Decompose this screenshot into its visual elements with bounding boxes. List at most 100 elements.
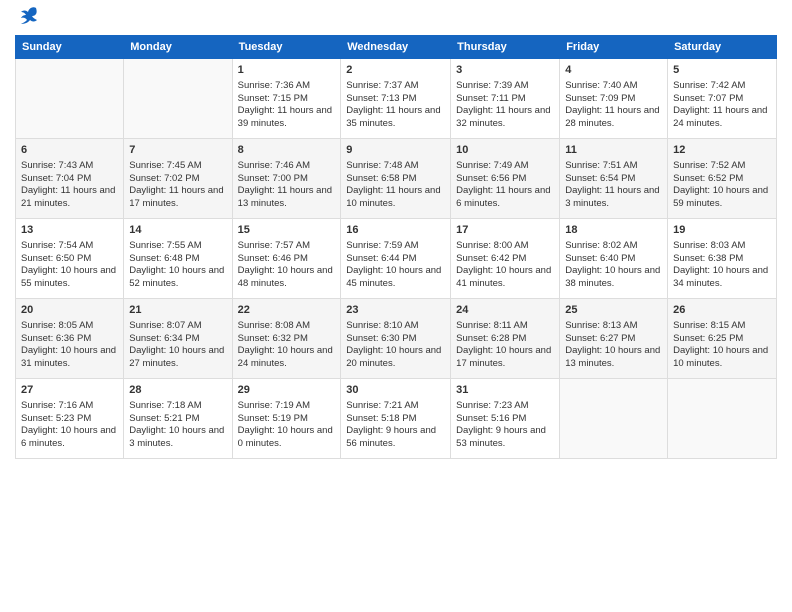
col-header-friday: Friday [560,36,668,59]
day-info: Sunrise: 8:15 AM Sunset: 6:25 PM Dayligh… [673,320,771,371]
day-info: Sunrise: 8:07 AM Sunset: 6:34 PM Dayligh… [129,320,226,371]
day-info: Sunrise: 8:03 AM Sunset: 6:38 PM Dayligh… [673,240,771,291]
day-number: 13 [21,223,118,238]
calendar-cell: 1 Sunrise: 7:36 AM Sunset: 7:15 PM Daylig… [232,59,341,139]
calendar-cell [668,379,777,459]
day-info: Sunrise: 8:13 AM Sunset: 6:27 PM Dayligh… [565,320,662,371]
calendar-cell: 16Sunrise: 7:59 AM Sunset: 6:44 PM Dayli… [341,219,451,299]
day-number: 22 [238,303,336,318]
calendar-cell: 5 Sunrise: 7:42 AM Sunset: 7:07 PM Daylig… [668,59,777,139]
day-number: 17 [456,223,554,238]
day-info: Sunrise: 7:42 AM Sunset: 7:07 PM Dayligh… [673,80,771,131]
day-info: Sunrise: 7:45 AM Sunset: 7:02 PM Dayligh… [129,160,226,211]
calendar-header-row: SundayMondayTuesdayWednesdayThursdayFrid… [16,36,777,59]
calendar-cell: 18Sunrise: 8:02 AM Sunset: 6:40 PM Dayli… [560,219,668,299]
day-info: Sunrise: 7:48 AM Sunset: 6:58 PM Dayligh… [346,160,445,211]
day-info: Sunrise: 7:39 AM Sunset: 7:11 PM Dayligh… [456,80,554,131]
logo-bird-icon [18,5,40,27]
day-number: 11 [565,143,662,158]
day-number: 19 [673,223,771,238]
calendar-cell: 3 Sunrise: 7:39 AM Sunset: 7:11 PM Daylig… [451,59,560,139]
day-info: Sunrise: 8:00 AM Sunset: 6:42 PM Dayligh… [456,240,554,291]
day-info: Sunrise: 7:23 AM Sunset: 5:16 PM Dayligh… [456,400,554,451]
day-info: Sunrise: 8:05 AM Sunset: 6:36 PM Dayligh… [21,320,118,371]
col-header-wednesday: Wednesday [341,36,451,59]
calendar-cell: 9 Sunrise: 7:48 AM Sunset: 6:58 PM Daylig… [341,139,451,219]
calendar-cell: 15Sunrise: 7:57 AM Sunset: 6:46 PM Dayli… [232,219,341,299]
day-number: 21 [129,303,226,318]
calendar-cell: 19 Sunrise: 8:03 AM Sunset: 6:38 PM Dayli… [668,219,777,299]
calendar-cell: 14 Sunrise: 7:55 AM Sunset: 6:48 PM Dayli… [124,219,232,299]
day-number: 12 [673,143,771,158]
day-info: Sunrise: 8:10 AM Sunset: 6:30 PM Dayligh… [346,320,445,371]
calendar-cell: 24 Sunrise: 8:11 AM Sunset: 6:28 PM Dayli… [451,299,560,379]
day-number: 20 [21,303,118,318]
day-number: 23 [346,303,445,318]
day-number: 6 [21,143,118,158]
calendar-cell: 7 Sunrise: 7:45 AM Sunset: 7:02 PM Daylig… [124,139,232,219]
col-header-saturday: Saturday [668,36,777,59]
day-number: 16 [346,223,445,238]
day-number: 4 [565,63,662,78]
calendar-cell [560,379,668,459]
calendar-cell: 12 Sunrise: 7:52 AM Sunset: 6:52 PM Dayli… [668,139,777,219]
calendar-cell: 6 Sunrise: 7:43 AM Sunset: 7:04 PM Daylig… [16,139,124,219]
calendar-cell: 31Sunrise: 7:23 AM Sunset: 5:16 PM Dayli… [451,379,560,459]
day-info: Sunrise: 7:52 AM Sunset: 6:52 PM Dayligh… [673,160,771,211]
day-number: 26 [673,303,771,318]
day-number: 24 [456,303,554,318]
calendar-cell: 10Sunrise: 7:49 AM Sunset: 6:56 PM Dayli… [451,139,560,219]
day-info: Sunrise: 7:21 AM Sunset: 5:18 PM Dayligh… [346,400,445,451]
day-info: Sunrise: 7:51 AM Sunset: 6:54 PM Dayligh… [565,160,662,211]
page: SundayMondayTuesdayWednesdayThursdayFrid… [0,0,792,612]
day-info: Sunrise: 7:43 AM Sunset: 7:04 PM Dayligh… [21,160,118,211]
day-info: Sunrise: 7:37 AM Sunset: 7:13 PM Dayligh… [346,80,445,131]
day-number: 2 [346,63,445,78]
day-number: 3 [456,63,554,78]
calendar-cell: 4 Sunrise: 7:40 AM Sunset: 7:09 PM Daylig… [560,59,668,139]
day-info: Sunrise: 7:16 AM Sunset: 5:23 PM Dayligh… [21,400,118,451]
day-info: Sunrise: 7:46 AM Sunset: 7:00 PM Dayligh… [238,160,336,211]
day-number: 9 [346,143,445,158]
week-row-4: 20 Sunrise: 8:05 AM Sunset: 6:36 PM Dayli… [16,299,777,379]
week-row-3: 13 Sunrise: 7:54 AM Sunset: 6:50 PM Dayli… [16,219,777,299]
day-number: 7 [129,143,226,158]
week-row-1: 1 Sunrise: 7:36 AM Sunset: 7:15 PM Daylig… [16,59,777,139]
day-info: Sunrise: 8:08 AM Sunset: 6:32 PM Dayligh… [238,320,336,371]
day-number: 29 [238,383,336,398]
day-number: 8 [238,143,336,158]
calendar-cell: 22 Sunrise: 8:08 AM Sunset: 6:32 PM Dayli… [232,299,341,379]
day-number: 5 [673,63,771,78]
day-number: 18 [565,223,662,238]
day-number: 14 [129,223,226,238]
calendar: SundayMondayTuesdayWednesdayThursdayFrid… [15,35,777,459]
day-info: Sunrise: 7:36 AM Sunset: 7:15 PM Dayligh… [238,80,336,131]
day-info: Sunrise: 7:55 AM Sunset: 6:48 PM Dayligh… [129,240,226,291]
week-row-5: 27 Sunrise: 7:16 AM Sunset: 5:23 PM Dayli… [16,379,777,459]
calendar-cell: 30 Sunrise: 7:21 AM Sunset: 5:18 PM Dayli… [341,379,451,459]
calendar-cell: 27 Sunrise: 7:16 AM Sunset: 5:23 PM Dayli… [16,379,124,459]
day-number: 30 [346,383,445,398]
col-header-tuesday: Tuesday [232,36,341,59]
day-number: 25 [565,303,662,318]
header [15,10,777,27]
week-row-2: 6 Sunrise: 7:43 AM Sunset: 7:04 PM Daylig… [16,139,777,219]
day-number: 15 [238,223,336,238]
day-info: Sunrise: 7:18 AM Sunset: 5:21 PM Dayligh… [129,400,226,451]
calendar-cell [124,59,232,139]
calendar-cell: 8 Sunrise: 7:46 AM Sunset: 7:00 PM Daylig… [232,139,341,219]
day-info: Sunrise: 7:40 AM Sunset: 7:09 PM Dayligh… [565,80,662,131]
col-header-thursday: Thursday [451,36,560,59]
day-number: 1 [238,63,336,78]
calendar-cell: 25 Sunrise: 8:13 AM Sunset: 6:27 PM Dayli… [560,299,668,379]
day-info: Sunrise: 8:11 AM Sunset: 6:28 PM Dayligh… [456,320,554,371]
day-info: Sunrise: 7:54 AM Sunset: 6:50 PM Dayligh… [21,240,118,291]
day-number: 27 [21,383,118,398]
logo [15,10,40,27]
calendar-cell: 2 Sunrise: 7:37 AM Sunset: 7:13 PM Daylig… [341,59,451,139]
day-number: 28 [129,383,226,398]
calendar-cell: 21 Sunrise: 8:07 AM Sunset: 6:34 PM Dayli… [124,299,232,379]
day-info: Sunrise: 7:49 AM Sunset: 6:56 PM Dayligh… [456,160,554,211]
col-header-monday: Monday [124,36,232,59]
calendar-cell: 26 Sunrise: 8:15 AM Sunset: 6:25 PM Dayli… [668,299,777,379]
